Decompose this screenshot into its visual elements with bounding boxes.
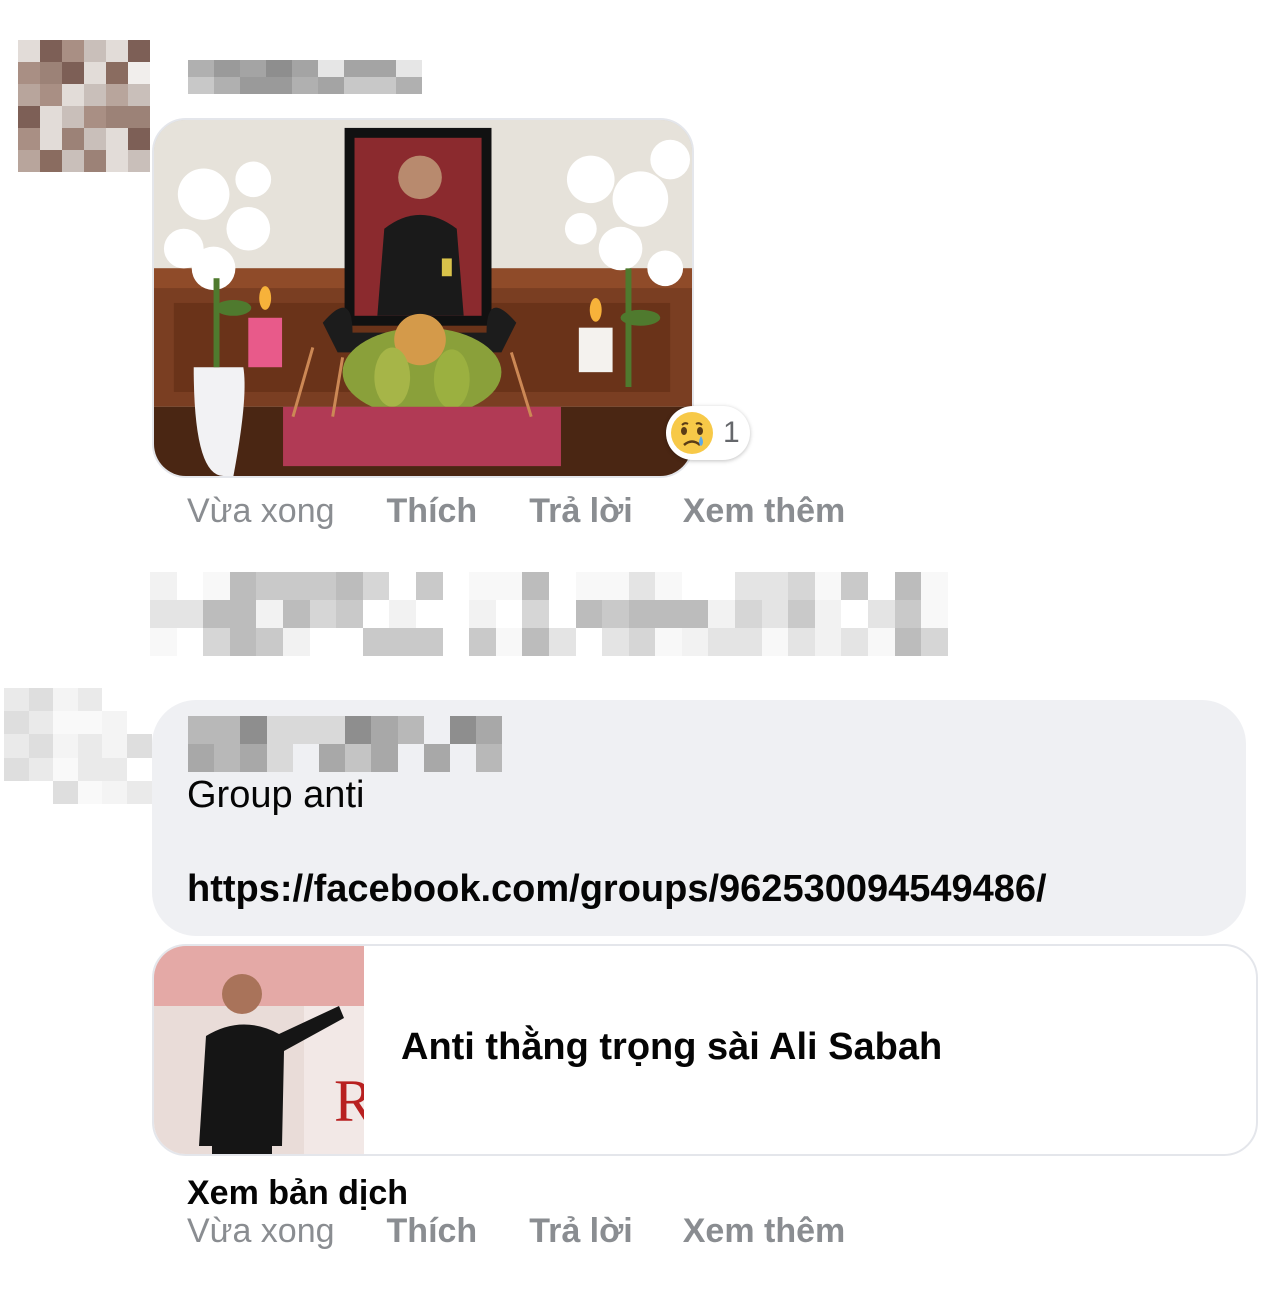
reply-button[interactable]: Trả lời (529, 1212, 633, 1251)
crying-face-icon (671, 412, 713, 454)
like-button[interactable]: Thích (387, 492, 478, 531)
reaction-count: 1 (723, 416, 740, 449)
timestamp: Vừa xong (187, 492, 335, 530)
author-name-blurred[interactable] (188, 60, 424, 94)
avatar-blurred[interactable] (4, 688, 152, 804)
comment-actions: Vừa xong Thích Trả lời Xem thêm (187, 1212, 845, 1251)
see-more-button[interactable]: Xem thêm (683, 1212, 846, 1251)
like-button[interactable]: Thích (387, 1212, 478, 1251)
link-preview-title: Anti thằng trọng sài Ali Sabah (401, 1026, 943, 1068)
see-more-button[interactable]: Xem thêm (683, 492, 846, 531)
altar-photo-image (154, 120, 692, 476)
comment-actions: Vừa xong Thích Trả lời Xem thêm (187, 492, 845, 531)
link-preview-thumbnail: R (154, 946, 364, 1154)
author-name-blurred[interactable] (188, 716, 503, 772)
reaction-badge[interactable]: 1 (666, 406, 750, 460)
blurred-text (150, 572, 950, 656)
photo-attachment[interactable] (152, 118, 694, 478)
see-translation-link[interactable]: Xem bản dịch (187, 1174, 408, 1213)
timestamp: Vừa xong (187, 1212, 335, 1250)
reply-button[interactable]: Trả lời (529, 492, 633, 531)
group-link[interactable]: https://facebook.com/groups/962530094549… (187, 868, 1047, 911)
link-preview-card[interactable]: R Anti thằng trọng sài Ali Sabah (152, 944, 1258, 1156)
avatar-blurred[interactable] (18, 40, 150, 172)
svg-text:R: R (334, 1068, 364, 1134)
comment-text: Group anti (187, 774, 365, 816)
